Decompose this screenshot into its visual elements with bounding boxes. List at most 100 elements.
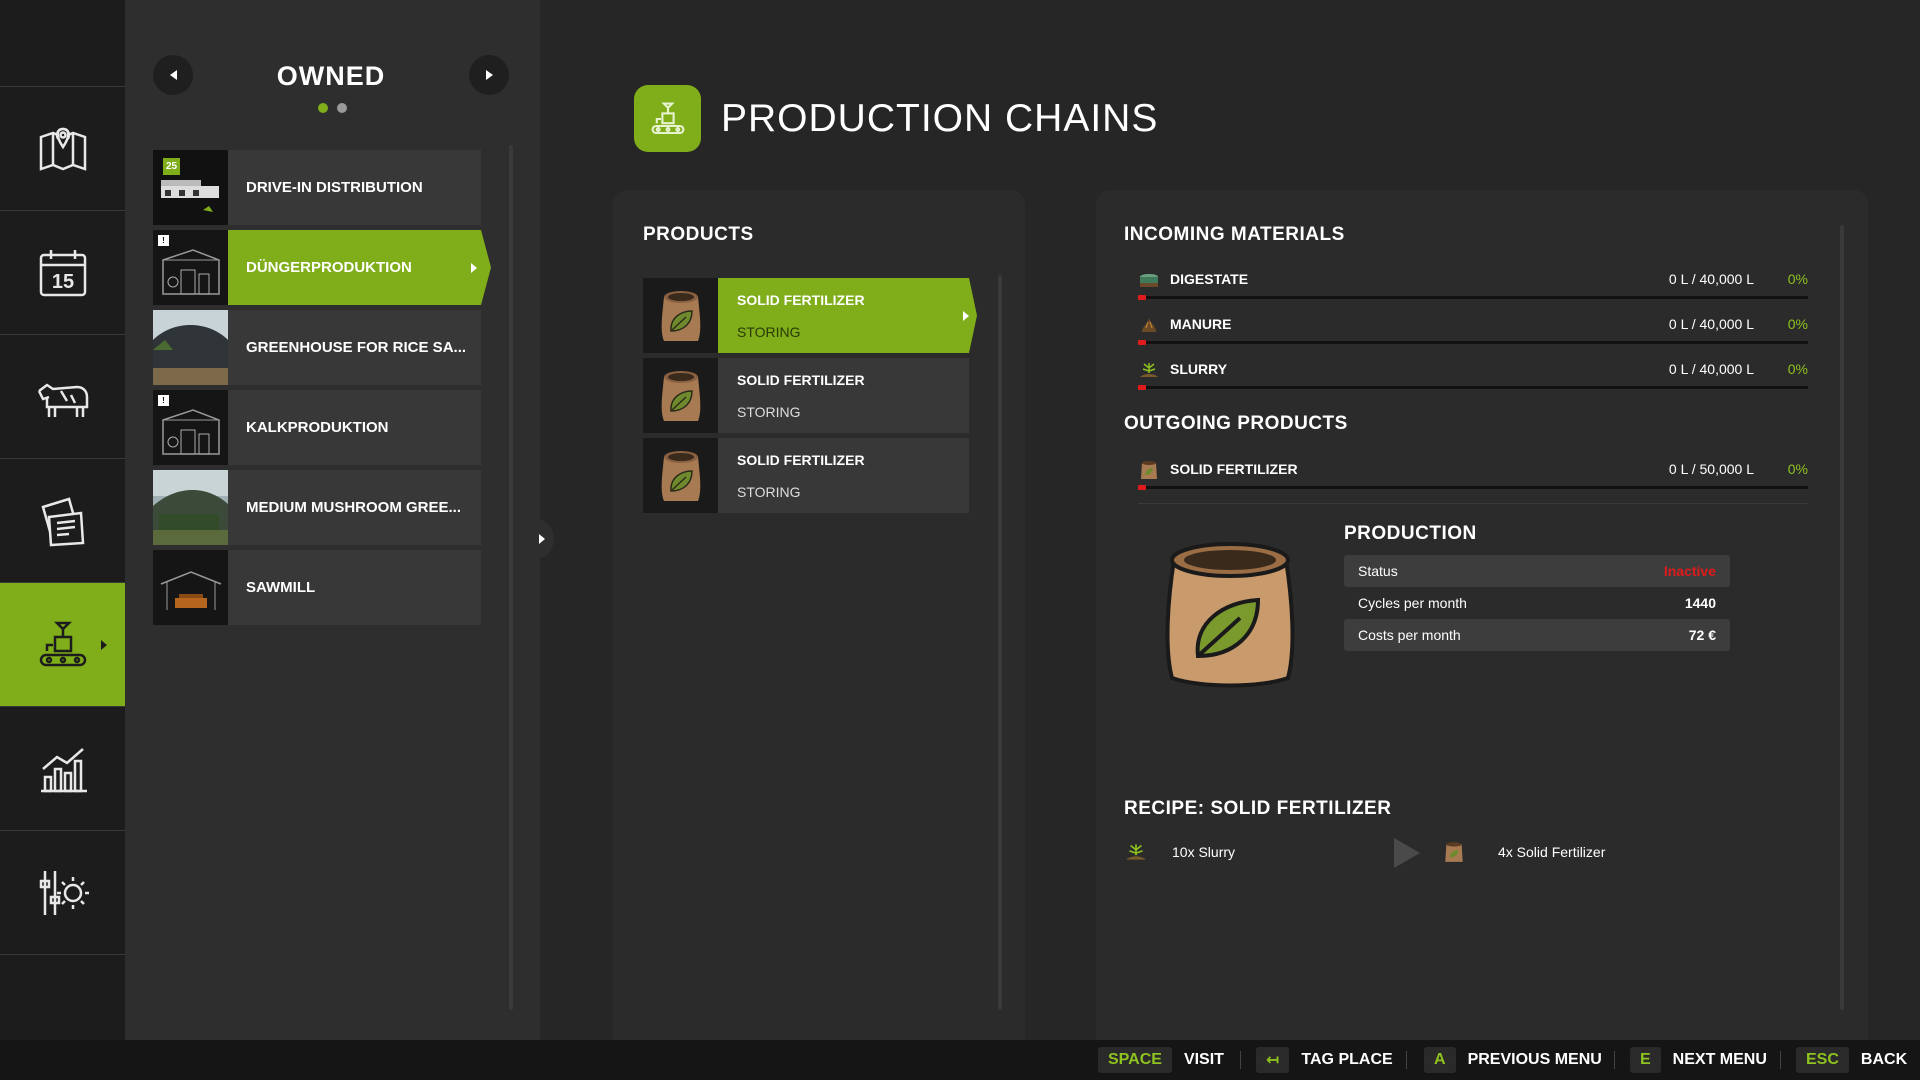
page-title: PRODUCTION CHAINS — [721, 96, 1159, 140]
rail-item-map[interactable] — [0, 87, 125, 211]
fertilizer-sack-icon — [661, 450, 700, 501]
place-thumbnail: ! — [153, 230, 228, 305]
rail-item-animals[interactable] — [0, 335, 125, 459]
product-thumbnail — [643, 278, 718, 353]
rail-top-spacer — [0, 0, 125, 87]
production-icon — [39, 621, 86, 666]
rail-item-production[interactable] — [0, 583, 125, 707]
settings-icon — [39, 870, 89, 915]
fertilizer-sack-icon — [661, 370, 700, 421]
chevron-right-icon — [485, 70, 493, 80]
product-name: SOLID FERTILIZER — [737, 291, 865, 308]
rail-item-settings[interactable] — [0, 831, 125, 955]
rail-item-contracts[interactable] — [0, 459, 125, 583]
collapse-panel-button[interactable] — [530, 518, 554, 560]
place-name: DRIVE-IN DISTRIBUTION — [246, 179, 423, 196]
material-amount: 0 L / 40,000 L — [1668, 271, 1754, 287]
place-thumbnail — [153, 310, 228, 385]
map-icon — [39, 127, 86, 171]
details-scrollbar[interactable] — [1840, 225, 1844, 1010]
production-chains-logo — [634, 85, 701, 152]
product-item[interactable]: SOLID FERTILIZER STORING — [643, 278, 969, 353]
greenhouse-thumbnail-icon — [153, 310, 228, 385]
place-thumbnail: 25 — [153, 150, 228, 225]
production-icon — [651, 102, 684, 134]
hint-previous-menu[interactable]: A PREVIOUS MENU — [1424, 1047, 1602, 1073]
digestate-icon — [1138, 269, 1160, 291]
next-page-button[interactable] — [469, 55, 509, 95]
manure-icon — [1138, 314, 1160, 336]
material-name: MANURE — [1170, 316, 1232, 332]
sawmill-thumbnail-icon — [153, 550, 228, 625]
place-thumbnail — [153, 470, 228, 545]
hint-back[interactable]: ESC BACK — [1796, 1047, 1907, 1073]
fertilizer-sack-icon — [1445, 842, 1463, 862]
place-item-greenhouse-for-rice[interactable]: GREENHOUSE FOR RICE SA... — [153, 310, 481, 385]
place-badge: ! — [158, 235, 169, 246]
key-badge: A — [1424, 1047, 1456, 1073]
calendar-day: 15 — [51, 271, 73, 293]
page-dot-1[interactable] — [318, 103, 328, 113]
product-name: SOLID FERTILIZER — [737, 451, 865, 468]
animals-icon — [37, 382, 88, 417]
material-fill-bar — [1138, 340, 1808, 345]
owned-scrollbar[interactable] — [509, 145, 513, 1010]
place-badge: 25 — [163, 158, 180, 175]
product-item[interactable]: SOLID FERTILIZER STORING — [643, 438, 969, 513]
place-item-kalkproduktion[interactable]: ! KALKPRODUKTION — [153, 390, 481, 465]
material-amount: 0 L / 40,000 L — [1668, 316, 1754, 332]
hint-separator — [1780, 1051, 1781, 1069]
fill-level — [1138, 340, 1146, 345]
rail-item-statistics[interactable] — [0, 707, 125, 831]
page-dots — [125, 103, 540, 113]
hint-label: TAG PLACE — [1301, 1051, 1393, 1068]
recipe-title: RECIPE: SOLID FERTILIZER — [1124, 798, 1392, 819]
production-title: PRODUCTION — [1344, 523, 1477, 544]
hint-visit[interactable]: SPACE VISIT — [1098, 1047, 1224, 1073]
cycles-value: 1440 — [1684, 595, 1716, 611]
material-row-manure: MANURE 0 L / 40,000 L 0% — [1138, 307, 1808, 352]
fill-level — [1138, 295, 1146, 300]
place-item-drive-in-distribution[interactable]: 25 DRIVE-IN DISTRIBUTION — [153, 150, 481, 225]
product-name: SOLID FERTILIZER — [737, 371, 865, 388]
place-thumbnail — [153, 550, 228, 625]
products-scrollbar[interactable] — [998, 275, 1002, 1010]
details-panel: INCOMING MATERIALS DIGESTATE 0 L / 40,00… — [1096, 190, 1868, 1040]
material-fill-bar — [1138, 295, 1808, 300]
production-info: PRODUCTION Status Inactive Cycles per mo… — [1344, 523, 1730, 651]
material-name: DIGESTATE — [1170, 271, 1249, 287]
page-dot-2[interactable] — [337, 103, 347, 113]
product-thumbnail — [643, 358, 718, 433]
solid-fertilizer-large-icon — [1165, 542, 1295, 688]
rail-item-calendar[interactable]: 15 — [0, 211, 125, 335]
key-badge: E — [1630, 1047, 1661, 1073]
hint-next-menu[interactable]: E NEXT MENU — [1630, 1047, 1767, 1073]
place-name: KALKPRODUKTION — [246, 419, 389, 436]
chevron-right-icon — [539, 534, 545, 544]
product-status: STORING — [737, 323, 801, 340]
product-status: STORING — [737, 403, 801, 420]
outgoing-products-list: SOLID FERTILIZER 0 L / 50,000 L 0% — [1138, 452, 1808, 497]
place-list: 25 DRIVE-IN DISTRIBUTION ! DÜNGERPRODUKT… — [153, 150, 481, 630]
place-item-sawmill[interactable]: SAWMILL — [153, 550, 481, 625]
outgoing-products-title: OUTGOING PRODUCTS — [1124, 413, 1348, 434]
key-badge: ESC — [1796, 1047, 1849, 1073]
product-item[interactable]: SOLID FERTILIZER STORING — [643, 358, 969, 433]
status-value: Inactive — [1663, 563, 1716, 579]
place-item-duengerproduktion[interactable]: ! DÜNGERPRODUKTION — [153, 230, 481, 305]
stat-label: Costs per month — [1358, 627, 1461, 643]
place-item-medium-mushroom-greenhouse[interactable]: MEDIUM MUSHROOM GREE... — [153, 470, 481, 545]
owned-header: OWNED — [153, 55, 509, 95]
selected-indicator — [471, 262, 477, 273]
product-row-solid-fertilizer: SOLID FERTILIZER 0 L / 50,000 L 0% — [1138, 452, 1808, 497]
recipe-input: 10x Slurry — [1172, 844, 1236, 860]
fertilizer-sack-icon — [661, 290, 700, 341]
production-status-row: Status Inactive — [1344, 555, 1730, 587]
hint-tag-place[interactable]: ↤ TAG PLACE — [1256, 1047, 1393, 1073]
products-title: PRODUCTS — [643, 224, 754, 245]
statistics-icon — [40, 747, 87, 792]
active-indicator — [101, 639, 107, 650]
hint-label: VISIT — [1183, 1051, 1224, 1068]
hint-separator — [1240, 1051, 1241, 1069]
material-row-slurry: SLURRY 0 L / 40,000 L 0% — [1138, 352, 1808, 397]
